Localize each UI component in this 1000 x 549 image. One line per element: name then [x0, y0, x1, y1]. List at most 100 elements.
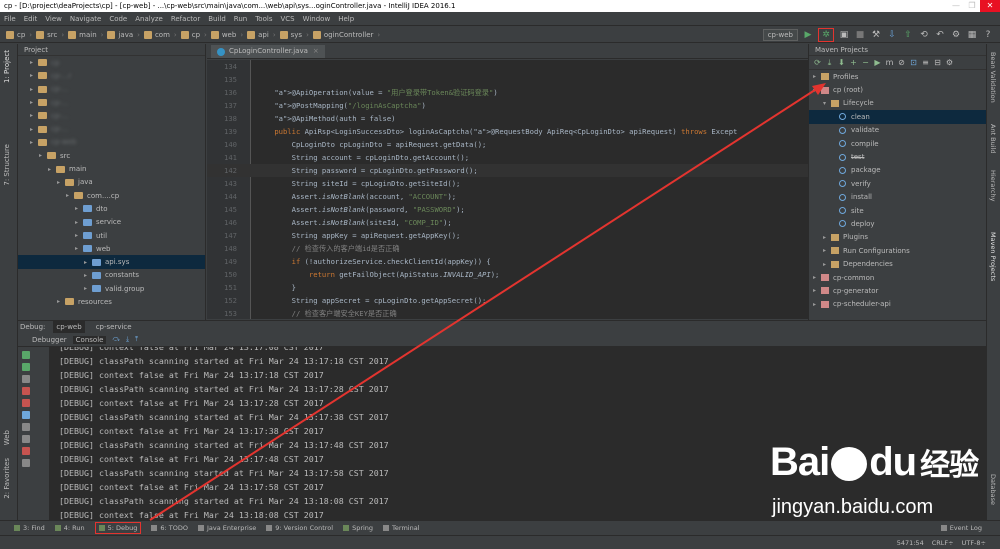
project-tree-item[interactable]: ▸ cp-... [18, 83, 205, 96]
settings-icon[interactable]: ⚙ [950, 29, 962, 41]
breadcrumb-item[interactable]: oginController › [312, 30, 380, 39]
code-line[interactable]: 153 // 检查客户端安全KEY是否正确 [207, 307, 808, 319]
tool-find[interactable]: 3: Find [14, 524, 45, 532]
code-line[interactable]: 147 String appKey = apiRequest.getAppKey… [207, 229, 808, 242]
tab-structure[interactable]: 7: Structure [3, 144, 11, 186]
project-tree-item[interactable]: ▸ dto [18, 202, 205, 215]
code-line[interactable]: 145 Assert.isNotBlank(password, "PASSWOR… [207, 203, 808, 216]
tool-debug[interactable]: 5: Debug [94, 522, 142, 534]
console-tab[interactable]: Console [72, 335, 107, 344]
expand-icon[interactable]: ▸ [30, 72, 38, 79]
pause-icon[interactable] [22, 375, 30, 383]
debug-tab-cp-web[interactable]: cp-web [53, 321, 85, 333]
expand-icon[interactable]: ▸ [84, 272, 92, 279]
tab-database[interactable]: Database [989, 474, 997, 505]
step-over-icon[interactable]: ⤼ [112, 335, 119, 344]
code-line[interactable]: 146 Assert.isNotBlank(siteId, "COMP_ID")… [207, 216, 808, 229]
expand-icon[interactable]: ▸ [57, 179, 65, 186]
coverage-icon[interactable]: ▣ [838, 29, 850, 41]
menu-item-navigate[interactable]: Navigate [70, 15, 101, 23]
breadcrumb-item[interactable]: main › [68, 30, 103, 39]
tool-todo[interactable]: 6: TODO [151, 524, 188, 532]
vcs-commit-icon[interactable]: ⇧ [902, 29, 914, 41]
tab-maven-projects[interactable]: Maven Projects [989, 232, 997, 281]
tool-terminal[interactable]: Terminal [383, 524, 420, 532]
code-line[interactable]: 135 [207, 73, 808, 86]
debugger-tab[interactable]: Debugger [32, 336, 67, 344]
step-out-icon[interactable]: ⤒ [135, 335, 138, 344]
project-tree-item[interactable]: ▸ com....cp [18, 189, 205, 202]
menu-item-build[interactable]: Build [208, 15, 226, 23]
project-tree-item[interactable]: ▸ src [18, 149, 205, 162]
download-icon[interactable]: ⬇ [837, 58, 846, 67]
help-debug-icon[interactable] [22, 459, 30, 467]
menu-item-vcs[interactable]: VCS [280, 15, 294, 23]
run-icon[interactable]: ▶ [802, 29, 814, 41]
maven-item[interactable]: clean [809, 110, 986, 124]
tab-project[interactable]: 1: Project [3, 50, 11, 83]
code-line[interactable]: 137 "a">@PostMapping("/loginAsCaptcha") [207, 99, 808, 112]
expand-icon[interactable]: ▾ [813, 87, 821, 94]
breadcrumb-item[interactable]: api › [247, 30, 276, 39]
code-line[interactable]: 148 // 检查传入的客户端id是否正确 [207, 242, 808, 255]
maven-item[interactable]: validate [809, 124, 986, 137]
maximize-button[interactable]: ❐ [964, 0, 980, 12]
maven-item[interactable]: compile [809, 137, 986, 150]
expand-icon[interactable]: ▸ [823, 247, 831, 254]
code-line[interactable]: 149 if (!authorizeService.checkClientId(… [207, 255, 808, 268]
expand-icon[interactable]: ▸ [813, 274, 821, 281]
maven-settings-icon[interactable]: ⚙ [945, 58, 954, 67]
code-line[interactable]: 136 "a">@ApiOperation(value = "用户登录带Toke… [207, 86, 808, 99]
code-editor[interactable]: 134 135 136 "a">@ApiOperation(value = "用户登… [207, 60, 808, 319]
code-line[interactable]: 150 return getFailObject(ApiStatus.INVAL… [207, 268, 808, 281]
menu-item-help[interactable]: Help [338, 15, 354, 23]
code-line[interactable]: 134 [207, 60, 808, 73]
project-tree-item[interactable]: ▸ cp-... [18, 109, 205, 122]
close-button[interactable]: ✕ [980, 0, 1000, 12]
breadcrumb-item[interactable]: com › [143, 30, 177, 39]
show-dependencies-icon[interactable]: ≡ [921, 58, 930, 67]
expand-icon[interactable]: ▸ [57, 298, 65, 305]
project-tree-item[interactable]: ▸ service [18, 216, 205, 229]
maven-item[interactable]: site [809, 204, 986, 217]
close-tab-icon[interactable]: × [313, 45, 319, 58]
tab-hierarchy[interactable]: Hierarchy [989, 170, 997, 201]
breadcrumb-item[interactable]: cp › [6, 30, 32, 39]
project-tree-item[interactable]: ▸ cp [18, 56, 205, 69]
code-line[interactable]: 138 "a">@ApiMethod(auth = false) [207, 112, 808, 125]
expand-icon[interactable]: ▸ [813, 73, 821, 80]
project-tree-item[interactable]: ▸ valid.group [18, 282, 205, 295]
menu-item-run[interactable]: Run [234, 15, 247, 23]
expand-icon[interactable]: ▸ [30, 59, 38, 66]
editor-tab[interactable]: CpLoginController.java × [211, 45, 325, 58]
expand-icon[interactable]: ▸ [823, 261, 831, 268]
breadcrumb-item[interactable]: web › [210, 30, 243, 39]
mute-breakpoints-icon[interactable] [22, 411, 30, 419]
m-icon[interactable]: m [885, 58, 894, 67]
project-structure-icon[interactable]: ▦ [966, 29, 978, 41]
maven-item[interactable]: deploy [809, 217, 986, 230]
code-line[interactable]: 139 public ApiRsp<LoginSuccessDto> login… [207, 125, 808, 138]
settings-debug-icon[interactable] [22, 423, 30, 431]
history-icon[interactable]: ⟲ [918, 29, 930, 41]
breadcrumb-item[interactable]: java › [107, 30, 140, 39]
tab-favorites[interactable]: 2: Favorites [3, 458, 11, 499]
code-line[interactable]: 141 String account = cpLoginDto.getAccou… [207, 151, 808, 164]
code-line[interactable]: 142 String password = cpLoginDto.getPass… [207, 164, 808, 177]
maven-item[interactable]: ▸ Profiles [809, 70, 986, 83]
code-line[interactable]: 140 CpLoginDto cpLoginDto = apiRequest.g… [207, 138, 808, 151]
close-debug-icon[interactable] [22, 447, 30, 455]
collapse-icon[interactable]: ⊟ [933, 58, 942, 67]
project-tree-item[interactable]: ▸ cp-web [18, 136, 205, 149]
generate-sources-icon[interactable]: ⤓ [825, 58, 834, 67]
project-tree-item[interactable]: ▸ java [18, 176, 205, 189]
project-tree-item[interactable]: ▸ web [18, 242, 205, 255]
menu-item-edit[interactable]: Edit [24, 15, 38, 23]
expand-icon[interactable]: ▸ [30, 99, 38, 106]
menu-item-tools[interactable]: Tools [255, 15, 272, 23]
expand-icon[interactable]: ▸ [75, 232, 83, 239]
expand-icon[interactable]: ▸ [30, 112, 38, 119]
expand-icon[interactable]: ▸ [75, 245, 83, 252]
offline-icon[interactable]: ⊘ [897, 58, 906, 67]
code-line[interactable]: 152 String appSecret = cpLoginDto.getApp… [207, 294, 808, 307]
